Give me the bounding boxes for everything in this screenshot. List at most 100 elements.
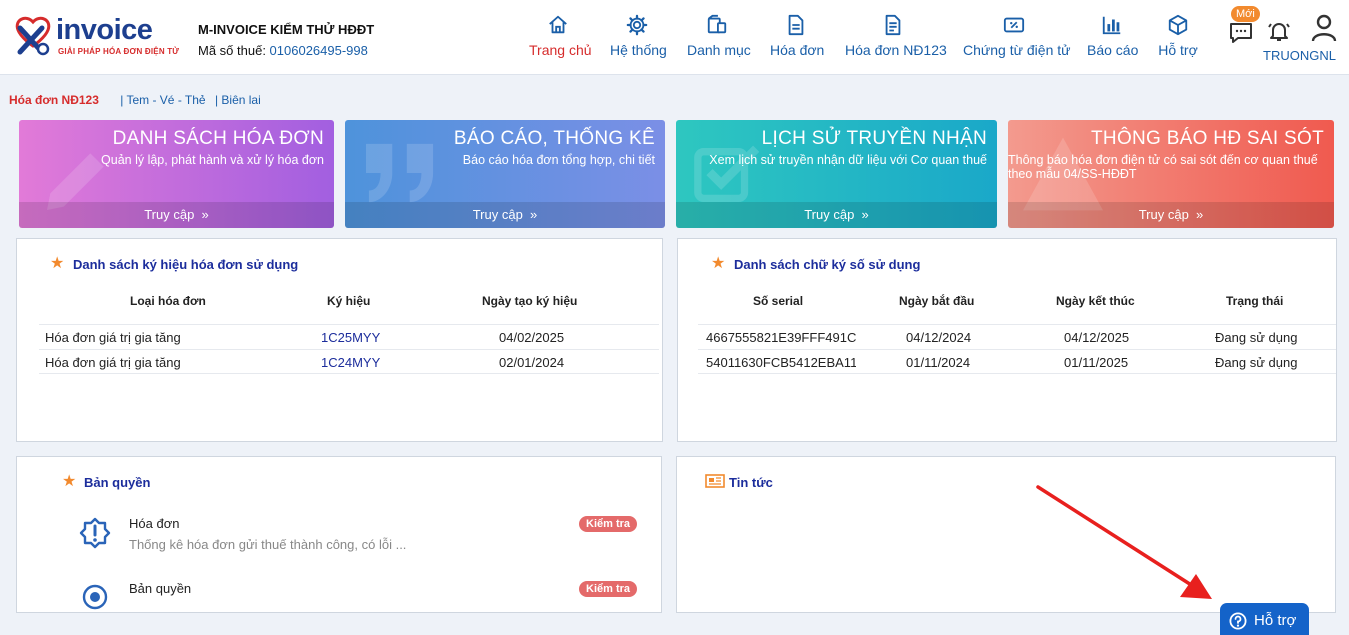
nav-home[interactable]: Trang chủ [529, 14, 592, 70]
nav-support-label: Hỗ trợ [1158, 42, 1198, 58]
double-chevron-right-icon: » [857, 207, 869, 222]
help-circle-icon [1229, 612, 1247, 630]
cell-end-date: 01/11/2025 [1064, 355, 1129, 370]
card-access-button[interactable]: Truy cập » [1008, 202, 1334, 228]
nav-e-voucher[interactable]: Chứng từ điện tử [963, 14, 1071, 70]
card-access-label: Truy cập [144, 207, 195, 222]
subtab-invoice-nd123[interactable]: Hóa đơn NĐ123 [9, 93, 99, 107]
quote-icon [366, 143, 434, 203]
star-icon: ★ [711, 255, 726, 272]
newspaper-icon [705, 474, 725, 488]
card-invoice-list[interactable]: DANH SÁCH HÓA ĐƠN Quản lý lập, phát hành… [19, 120, 334, 228]
user-icon[interactable] [1311, 14, 1337, 42]
chat-icon[interactable] [1229, 22, 1253, 44]
card-description: Quản lý lập, phát hành và xử lý hóa đơn [101, 153, 324, 167]
check-button[interactable]: Kiểm tra [579, 516, 638, 532]
license-panel: ★ Bản quyền Hóa đơn Thống kê hóa đơn gửi… [16, 456, 662, 613]
cell-created-date: 04/02/2025 [499, 330, 565, 345]
nav-report-label: Báo cáo [1087, 42, 1139, 58]
sub-tabs: Hóa đơn NĐ123 | Tem - Vé - Thẻ | Biên la… [9, 93, 267, 107]
cell-status: Đang sử dụng [1215, 330, 1298, 345]
nav-invoice-nd123[interactable]: Hóa đơn NĐ123 [845, 14, 947, 70]
digital-signatures-panel: ★ Danh sách chữ ký số sử dụng Số serial … [677, 238, 1337, 442]
brand-logo[interactable]: invoice GIẢI PHÁP HÓA ĐƠN ĐIỆN TỬ [12, 14, 180, 58]
support-button[interactable]: Hỗ trợ [1220, 603, 1309, 635]
card-transmission-history[interactable]: LỊCH SỬ TRUYỀN NHẬN Xem lịch sử truyền n… [676, 120, 997, 228]
card-description: Xem lịch sử truyền nhận dữ liệu với Cơ q… [709, 153, 987, 167]
logo-mark-icon [15, 16, 51, 56]
cell-end-date: 04/12/2025 [1064, 330, 1130, 345]
card-access-label: Truy cập [472, 207, 523, 222]
table-row[interactable]: Hóa đơn giá trị gia tăng 1C24MYY 02/01/2… [39, 349, 659, 374]
logo-tagline: GIẢI PHÁP HÓA ĐƠN ĐIỆN TỬ [58, 47, 180, 56]
column-header-status: Trạng thái [1226, 294, 1284, 308]
panel-title: Tin tức [729, 475, 773, 490]
card-title: LỊCH SỬ TRUYỀN NHẬN [761, 128, 987, 149]
panel-title: Bản quyền [84, 475, 151, 490]
star-icon: ★ [50, 255, 65, 272]
double-chevron-right-icon: » [197, 207, 209, 222]
card-description: Báo cáo hóa đơn tổng hợp, chi tiết [462, 153, 655, 167]
card-report-statistics[interactable]: BÁO CÁO, THỐNG KÊ Báo cáo hóa đơn tổng h… [345, 120, 665, 228]
nav-system[interactable]: Hệ thống [610, 14, 667, 70]
company-name: M-INVOICE KIỂM THỬ HĐĐT [198, 22, 375, 37]
cell-serial: 4667555821E39FFF491C6 [706, 330, 856, 345]
subtab-receipt[interactable]: | Biên lai [215, 93, 261, 107]
card-access-button[interactable]: Truy cập » [676, 202, 997, 228]
nav-support[interactable]: Hỗ trợ [1158, 14, 1198, 70]
check-button[interactable]: Kiểm tra [579, 581, 638, 597]
card-title: THÔNG BÁO HĐ SAI SÓT [1091, 128, 1324, 149]
card-error-notice[interactable]: THÔNG BÁO HĐ SAI SÓT Thông báo hóa đơn đ… [1008, 120, 1334, 228]
tax-code-value: 0106026495-998 [269, 43, 368, 58]
logo-text: invoice [56, 14, 153, 46]
card-access-button[interactable]: Truy cập » [19, 202, 334, 228]
cell-created-date: 02/01/2024 [499, 355, 565, 370]
license-item-title: Bản quyền [129, 581, 192, 596]
nav-report[interactable]: Báo cáo [1087, 14, 1139, 70]
tax-code-label: Mã số thuế: [198, 43, 270, 58]
table-row[interactable]: 4667555821E39FFF491C6 04/12/2024 04/12/2… [698, 324, 1336, 349]
username[interactable]: TRUONGNL [1263, 48, 1336, 63]
column-header-start-date: Ngày bắt đầu [899, 294, 975, 308]
cell-start-date: 01/11/2024 [906, 355, 971, 370]
card-access-label: Truy cập [1138, 207, 1189, 222]
tax-code-line: Mã số thuế: 0106026495-998 [198, 43, 368, 58]
checkbox-icon [694, 145, 760, 202]
document-icon [788, 14, 804, 36]
license-item-title: Hóa đơn [129, 516, 180, 531]
column-header-end-date: Ngày kết thúc [1056, 294, 1135, 308]
nav-e-voucher-label: Chứng từ điện tử [963, 42, 1071, 58]
cube-icon [1168, 14, 1188, 36]
column-header-invoice-type: Loại hóa đơn [130, 294, 206, 308]
star-icon: ★ [62, 473, 77, 490]
card-title: DANH SÁCH HÓA ĐƠN [112, 128, 324, 149]
cell-start-date: 04/12/2024 [906, 330, 972, 345]
double-chevron-right-icon: » [1192, 207, 1204, 222]
subtab-stamp-ticket-card[interactable]: | Tem - Vé - Thẻ [120, 93, 205, 107]
cell-symbol[interactable]: 1C25MYY [321, 330, 380, 345]
cell-symbol[interactable]: 1C24MYY [321, 355, 380, 370]
radio-target-icon [82, 584, 108, 610]
cell-status: Đang sử dụng [1215, 355, 1298, 370]
cell-serial: 54011630FCB5412EBA118 [706, 355, 856, 370]
card-description: Thông báo hóa đơn điện tử có sai sót đến… [1008, 153, 1318, 181]
card-access-button[interactable]: Truy cập » [345, 202, 665, 228]
top-header: invoice GIẢI PHÁP HÓA ĐƠN ĐIỆN TỬ M-INVO… [0, 0, 1349, 75]
column-header-symbol: Ký hiệu [327, 294, 371, 308]
license-item-description: Thống kê hóa đơn gửi thuế thành công, có… [129, 537, 407, 552]
cell-invoice-type: Hóa đơn giá trị gia tăng [45, 330, 181, 345]
new-badge: Mới [1231, 6, 1260, 22]
bell-icon[interactable] [1267, 19, 1291, 43]
nav-invoice-label: Hóa đơn [770, 42, 825, 58]
home-icon [549, 15, 567, 34]
nav-catalog[interactable]: Danh mục [687, 14, 751, 70]
card-title: BÁO CÁO, THỐNG KÊ [453, 128, 655, 149]
nav-invoice[interactable]: Hóa đơn [770, 14, 825, 70]
catalog-icon [707, 14, 727, 34]
invoice-symbols-panel: ★ Danh sách ký hiệu hóa đơn sử dụng Loại… [16, 238, 663, 442]
table-row[interactable]: 54011630FCB5412EBA118 01/11/2024 01/11/2… [698, 349, 1336, 374]
card-access-label: Truy cập [804, 207, 855, 222]
nav-system-label: Hệ thống [610, 42, 667, 58]
voucher-icon [1003, 17, 1025, 33]
table-row[interactable]: Hóa đơn giá trị gia tăng 1C25MYY 04/02/2… [39, 324, 659, 349]
